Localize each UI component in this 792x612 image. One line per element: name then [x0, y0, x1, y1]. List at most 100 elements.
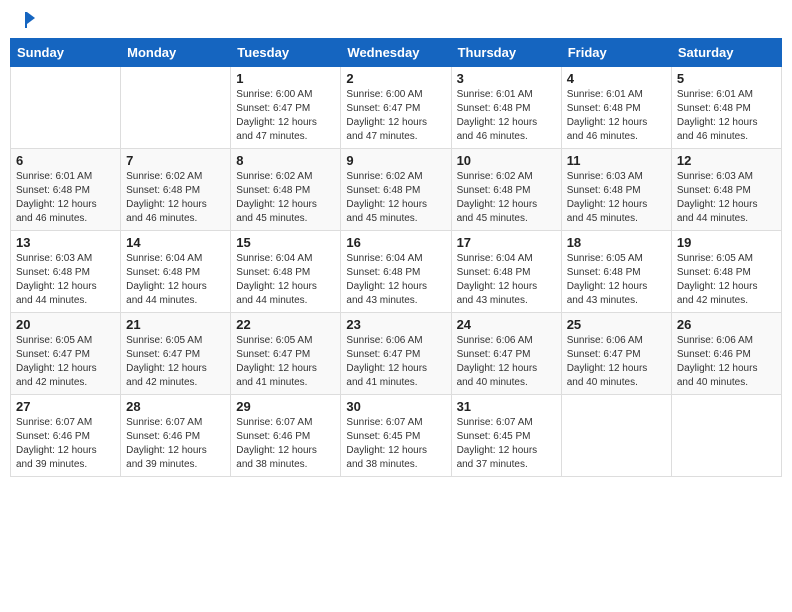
day-number: 20: [16, 317, 115, 332]
page-header: [10, 10, 782, 30]
calendar-table: SundayMondayTuesdayWednesdayThursdayFrid…: [10, 38, 782, 477]
logo: [14, 10, 37, 30]
weekday-header-saturday: Saturday: [671, 39, 781, 67]
calendar-cell: 17 Sunrise: 6:04 AMSunset: 6:48 PMDayligh…: [451, 231, 561, 313]
day-number: 7: [126, 153, 225, 168]
calendar-cell: 9 Sunrise: 6:02 AMSunset: 6:48 PMDaylight…: [341, 149, 451, 231]
day-number: 11: [567, 153, 666, 168]
calendar-cell: 14 Sunrise: 6:04 AMSunset: 6:48 PMDayligh…: [121, 231, 231, 313]
calendar-cell: 23Sunrise: 6:06 AMSunset: 6:47 PMDayligh…: [341, 313, 451, 395]
day-info: Sunrise: 6:05 AMSunset: 6:47 PMDaylight:…: [236, 334, 335, 390]
day-info: Sunrise: 6:07 AMSunset: 6:46 PMDaylight:…: [16, 416, 115, 472]
day-info: Sunrise: 6:04 AMSunset: 6:48 PMDaylight:…: [457, 252, 556, 308]
day-info: Sunrise: 6:03 AMSunset: 6:48 PMDaylight:…: [567, 170, 666, 226]
day-info: Sunrise: 6:05 AMSunset: 6:47 PMDaylight:…: [126, 334, 225, 390]
day-number: 12: [677, 153, 776, 168]
day-number: 19: [677, 235, 776, 250]
day-info: Sunrise: 6:05 AMSunset: 6:48 PMDaylight:…: [567, 252, 666, 308]
calendar-week-4: 20 Sunrise: 6:05 AMSunset: 6:47 PMDayligh…: [11, 313, 782, 395]
day-number: 31: [457, 399, 556, 414]
logo-flag-icon: [17, 10, 37, 30]
day-number: 15: [236, 235, 335, 250]
day-number: 13: [16, 235, 115, 250]
day-info: Sunrise: 6:04 AMSunset: 6:48 PMDaylight:…: [236, 252, 335, 308]
day-number: 22: [236, 317, 335, 332]
day-info: Sunrise: 6:01 AMSunset: 6:48 PMDaylight:…: [677, 88, 776, 144]
day-info: Sunrise: 6:06 AMSunset: 6:46 PMDaylight:…: [677, 334, 776, 390]
day-info: Sunrise: 6:07 AMSunset: 6:46 PMDaylight:…: [126, 416, 225, 472]
calendar-cell: 3Sunrise: 6:01 AMSunset: 6:48 PMDaylight…: [451, 67, 561, 149]
calendar-cell: 22 Sunrise: 6:05 AMSunset: 6:47 PMDayligh…: [231, 313, 341, 395]
calendar-cell: 19 Sunrise: 6:05 AMSunset: 6:48 PMDayligh…: [671, 231, 781, 313]
calendar-cell: 5Sunrise: 6:01 AMSunset: 6:48 PMDaylight…: [671, 67, 781, 149]
calendar-cell: [121, 67, 231, 149]
day-number: 23: [346, 317, 445, 332]
day-number: 17: [457, 235, 556, 250]
day-number: 21: [126, 317, 225, 332]
calendar-cell: 1 Sunrise: 6:00 AMSunset: 6:47 PMDaylight…: [231, 67, 341, 149]
day-number: 29: [236, 399, 335, 414]
day-number: 1: [236, 71, 335, 86]
calendar-week-3: 13 Sunrise: 6:03 AMSunset: 6:48 PMDayligh…: [11, 231, 782, 313]
calendar-cell: 4 Sunrise: 6:01 AMSunset: 6:48 PMDaylight…: [561, 67, 671, 149]
calendar-cell: 21 Sunrise: 6:05 AMSunset: 6:47 PMDayligh…: [121, 313, 231, 395]
calendar-cell: [11, 67, 121, 149]
day-info: Sunrise: 6:02 AMSunset: 6:48 PMDaylight:…: [346, 170, 445, 226]
day-info: Sunrise: 6:05 AMSunset: 6:48 PMDaylight:…: [677, 252, 776, 308]
day-number: 28: [126, 399, 225, 414]
calendar-cell: 25 Sunrise: 6:06 AMSunset: 6:47 PMDayligh…: [561, 313, 671, 395]
weekday-header-sunday: Sunday: [11, 39, 121, 67]
day-info: Sunrise: 6:01 AMSunset: 6:48 PMDaylight:…: [16, 170, 115, 226]
calendar-cell: 24Sunrise: 6:06 AMSunset: 6:47 PMDayligh…: [451, 313, 561, 395]
day-info: Sunrise: 6:05 AMSunset: 6:47 PMDaylight:…: [16, 334, 115, 390]
calendar-week-2: 6 Sunrise: 6:01 AMSunset: 6:48 PMDaylight…: [11, 149, 782, 231]
calendar-cell: 15 Sunrise: 6:04 AMSunset: 6:48 PMDayligh…: [231, 231, 341, 313]
day-info: Sunrise: 6:01 AMSunset: 6:48 PMDaylight:…: [567, 88, 666, 144]
calendar-cell: 31Sunrise: 6:07 AMSunset: 6:45 PMDayligh…: [451, 395, 561, 477]
day-number: 30: [346, 399, 445, 414]
day-number: 18: [567, 235, 666, 250]
day-number: 3: [457, 71, 556, 86]
calendar-week-1: 1 Sunrise: 6:00 AMSunset: 6:47 PMDaylight…: [11, 67, 782, 149]
weekday-header-monday: Monday: [121, 39, 231, 67]
calendar-cell: 29Sunrise: 6:07 AMSunset: 6:46 PMDayligh…: [231, 395, 341, 477]
calendar-week-5: 27Sunrise: 6:07 AMSunset: 6:46 PMDayligh…: [11, 395, 782, 477]
calendar-cell: 18 Sunrise: 6:05 AMSunset: 6:48 PMDayligh…: [561, 231, 671, 313]
day-number: 4: [567, 71, 666, 86]
day-info: Sunrise: 6:04 AMSunset: 6:48 PMDaylight:…: [126, 252, 225, 308]
day-number: 6: [16, 153, 115, 168]
day-number: 8: [236, 153, 335, 168]
weekday-header-thursday: Thursday: [451, 39, 561, 67]
day-info: Sunrise: 6:07 AMSunset: 6:45 PMDaylight:…: [346, 416, 445, 472]
calendar-cell: 10Sunrise: 6:02 AMSunset: 6:48 PMDayligh…: [451, 149, 561, 231]
day-number: 26: [677, 317, 776, 332]
calendar-cell: 16 Sunrise: 6:04 AMSunset: 6:48 PMDayligh…: [341, 231, 451, 313]
calendar-cell: 26 Sunrise: 6:06 AMSunset: 6:46 PMDayligh…: [671, 313, 781, 395]
calendar-cell: [671, 395, 781, 477]
weekday-header-wednesday: Wednesday: [341, 39, 451, 67]
calendar-cell: 7 Sunrise: 6:02 AMSunset: 6:48 PMDaylight…: [121, 149, 231, 231]
day-info: Sunrise: 6:00 AMSunset: 6:47 PMDaylight:…: [346, 88, 445, 144]
calendar-cell: 13 Sunrise: 6:03 AMSunset: 6:48 PMDayligh…: [11, 231, 121, 313]
day-number: 14: [126, 235, 225, 250]
day-number: 25: [567, 317, 666, 332]
calendar-cell: 27Sunrise: 6:07 AMSunset: 6:46 PMDayligh…: [11, 395, 121, 477]
day-number: 10: [457, 153, 556, 168]
weekday-header-friday: Friday: [561, 39, 671, 67]
calendar-cell: [561, 395, 671, 477]
calendar-cell: 11 Sunrise: 6:03 AMSunset: 6:48 PMDayligh…: [561, 149, 671, 231]
calendar-cell: 12 Sunrise: 6:03 AMSunset: 6:48 PMDayligh…: [671, 149, 781, 231]
day-info: Sunrise: 6:04 AMSunset: 6:48 PMDaylight:…: [346, 252, 445, 308]
day-number: 9: [346, 153, 445, 168]
day-info: Sunrise: 6:06 AMSunset: 6:47 PMDaylight:…: [567, 334, 666, 390]
day-info: Sunrise: 6:06 AMSunset: 6:47 PMDaylight:…: [457, 334, 556, 390]
calendar-cell: 2 Sunrise: 6:00 AMSunset: 6:47 PMDaylight…: [341, 67, 451, 149]
day-info: Sunrise: 6:02 AMSunset: 6:48 PMDaylight:…: [236, 170, 335, 226]
day-number: 2: [346, 71, 445, 86]
calendar-cell: 28 Sunrise: 6:07 AMSunset: 6:46 PMDayligh…: [121, 395, 231, 477]
day-info: Sunrise: 6:02 AMSunset: 6:48 PMDaylight:…: [126, 170, 225, 226]
day-info: Sunrise: 6:00 AMSunset: 6:47 PMDaylight:…: [236, 88, 335, 144]
day-number: 16: [346, 235, 445, 250]
day-info: Sunrise: 6:03 AMSunset: 6:48 PMDaylight:…: [677, 170, 776, 226]
day-info: Sunrise: 6:03 AMSunset: 6:48 PMDaylight:…: [16, 252, 115, 308]
